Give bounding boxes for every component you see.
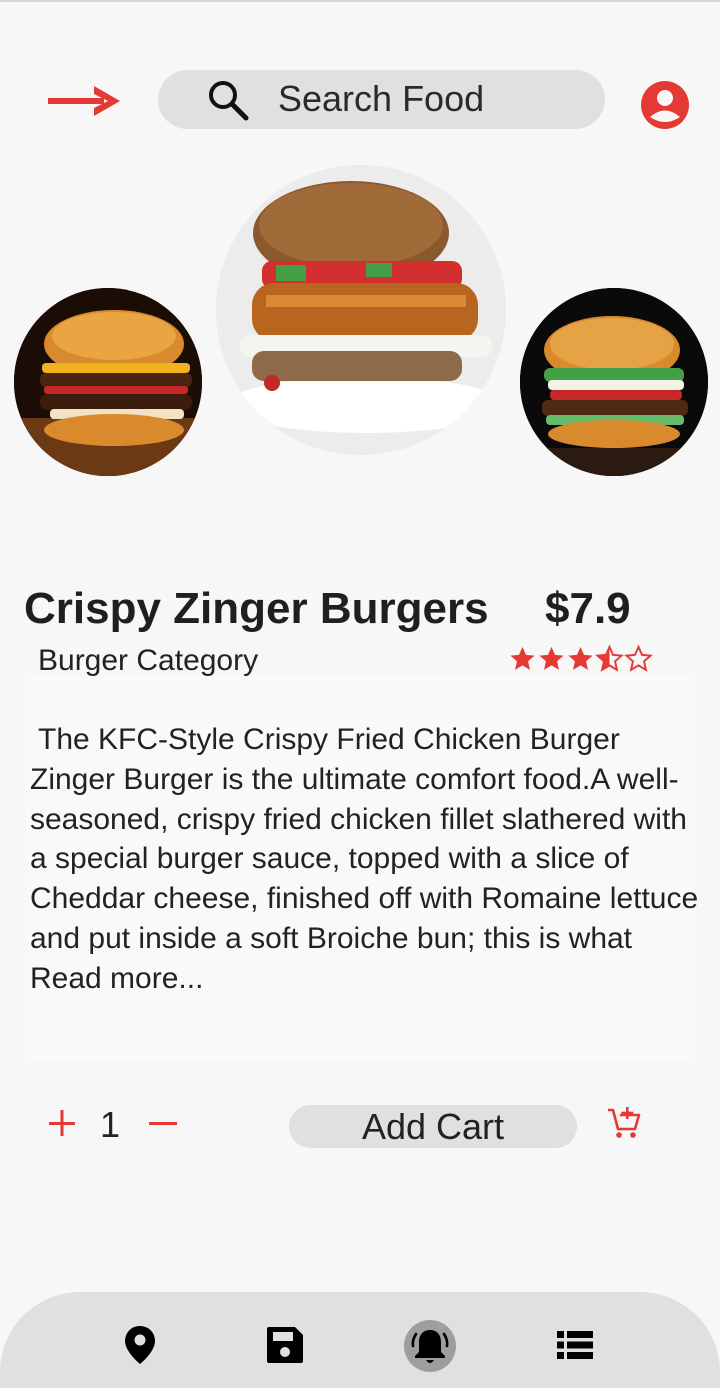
read-more-link[interactable]: Read more... (30, 959, 702, 999)
star-half-icon (595, 644, 624, 672)
notification-bell-icon[interactable] (404, 1320, 456, 1372)
rating-stars (508, 644, 658, 676)
product-description: The KFC-Style Crispy Fried Chicken Burge… (30, 720, 702, 999)
add-shopping-cart-icon[interactable] (606, 1105, 642, 1141)
search-input[interactable]: Search Food (278, 79, 484, 119)
add-cart-button[interactable]: Add Cart (289, 1105, 577, 1148)
description-first-line: The KFC-Style Crispy Fried Chicken Burge… (38, 723, 620, 756)
star-full-icon (539, 646, 564, 670)
location-icon[interactable] (118, 1323, 162, 1367)
save-icon[interactable] (263, 1323, 307, 1367)
arrow-right-icon[interactable] (44, 80, 122, 122)
search-bar[interactable]: Search Food (158, 70, 605, 129)
decrease-quantity-button[interactable] (146, 1105, 180, 1141)
product-price: $7.9 (545, 584, 631, 633)
product-category: Burger Category (38, 644, 259, 677)
burger-image-right[interactable] (520, 288, 708, 476)
description-text: Zinger Burger is the ultimate comfort fo… (30, 762, 699, 955)
star-empty-icon (624, 644, 653, 672)
quantity-value: 1 (100, 1104, 121, 1145)
burger-image-center[interactable] (216, 165, 506, 455)
star-full-icon (568, 646, 593, 670)
bottom-navigation (0, 1292, 720, 1388)
search-icon[interactable] (206, 78, 250, 122)
account-circle-icon[interactable] (638, 78, 692, 132)
list-icon[interactable] (553, 1323, 597, 1367)
top-divider (0, 0, 720, 2)
burger-image-left[interactable] (14, 288, 202, 476)
increase-quantity-button[interactable] (46, 1105, 78, 1141)
product-title: Crispy Zinger Burgers (24, 584, 489, 633)
star-full-icon (510, 646, 535, 670)
